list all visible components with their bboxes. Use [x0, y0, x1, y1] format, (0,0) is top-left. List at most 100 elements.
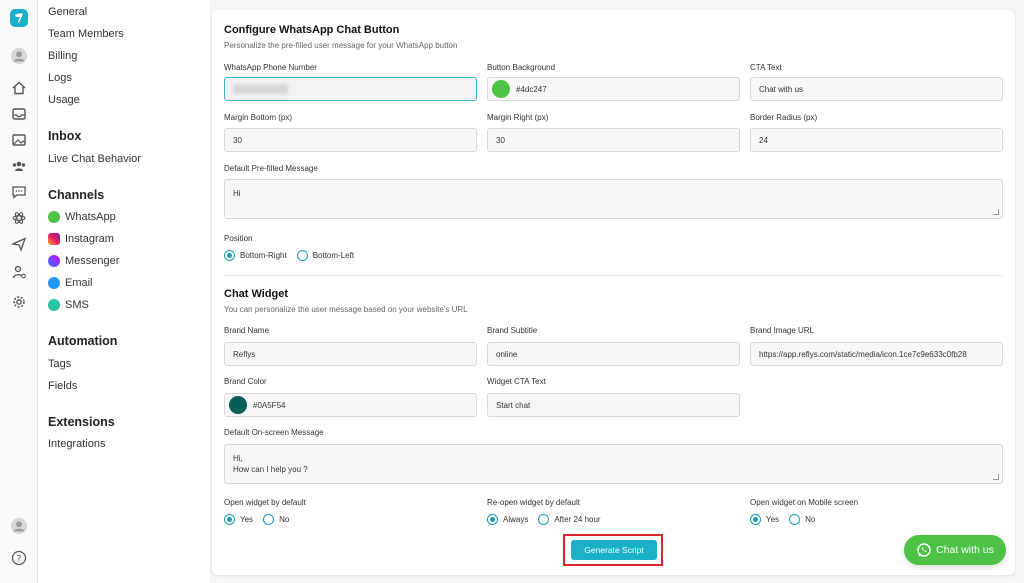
- avatar-icon[interactable]: [9, 46, 29, 66]
- nav-team-members[interactable]: Team Members: [48, 28, 124, 40]
- radio-selected[interactable]: [750, 514, 761, 525]
- reopen-always[interactable]: Always: [487, 514, 528, 525]
- whatsapp-icon: [917, 543, 931, 557]
- messenger-icon: [48, 255, 60, 267]
- generate-script-button[interactable]: Generate Script: [571, 540, 657, 560]
- open-default-yes[interactable]: Yes: [224, 514, 253, 525]
- brand-subtitle-label: Brand Subtitle: [487, 326, 538, 335]
- phone-label: WhatsApp Phone Number: [224, 63, 317, 72]
- send-icon[interactable]: [9, 234, 29, 254]
- nav-channel-whatsapp[interactable]: WhatsApp: [48, 211, 116, 223]
- widget-cta-input[interactable]: Start chat: [487, 393, 740, 417]
- integrations-atom-icon[interactable]: [9, 208, 29, 228]
- position-radio-group: Bottom-Right Bottom-Left: [224, 250, 364, 261]
- home-icon[interactable]: [9, 78, 29, 98]
- sms-icon: [48, 299, 60, 311]
- nav-fields[interactable]: Fields: [48, 380, 77, 392]
- gear-icon[interactable]: [9, 292, 29, 312]
- phone-redaction: [233, 84, 288, 94]
- radio-selected[interactable]: [487, 514, 498, 525]
- resize-handle[interactable]: [993, 209, 999, 215]
- reopen-radio-group: Always After 24 hour: [487, 514, 611, 525]
- email-icon: [48, 277, 60, 289]
- cta-input[interactable]: Chat with us: [750, 77, 1003, 101]
- widget-subtitle: You can personalize the user message bas…: [224, 305, 468, 314]
- brand-name-label: Brand Name: [224, 326, 269, 335]
- nav-channel-instagram[interactable]: Instagram: [48, 233, 114, 245]
- nav-integrations[interactable]: Integrations: [48, 438, 105, 450]
- margin-bottom-label: Margin Bottom (px): [224, 113, 293, 122]
- bg-label: Button Background: [487, 63, 556, 72]
- user-settings-icon[interactable]: [9, 262, 29, 282]
- message-label: Default Pre-filled Message: [224, 164, 318, 173]
- user-avatar-icon[interactable]: [9, 516, 29, 536]
- brand-color-swatch[interactable]: [229, 396, 247, 414]
- chat-icon[interactable]: [9, 182, 29, 202]
- radio-unselected[interactable]: [538, 514, 550, 525]
- nav-section-channels: Channels: [48, 188, 105, 202]
- onscreen-textarea[interactable]: Hi, How can I help you ?: [224, 444, 1003, 484]
- onscreen-label: Default On-screen Message: [224, 428, 324, 437]
- mobile-no[interactable]: No: [789, 514, 815, 525]
- nav-channel-messenger[interactable]: Messenger: [48, 255, 119, 267]
- radio-unselected[interactable]: [263, 514, 275, 525]
- radio-unselected[interactable]: [789, 514, 801, 525]
- cta-label: CTA Text: [750, 63, 782, 72]
- margin-bottom-input[interactable]: 30: [224, 128, 477, 152]
- image-icon[interactable]: [9, 130, 29, 150]
- margin-right-input[interactable]: 30: [487, 128, 740, 152]
- open-default-radio-group: Yes No: [224, 514, 299, 525]
- contacts-icon[interactable]: [9, 156, 29, 176]
- nav-usage[interactable]: Usage: [48, 94, 80, 106]
- reopen-after-24-hour[interactable]: After 24 hour: [538, 514, 601, 525]
- border-radius-label: Border Radius (px): [750, 113, 818, 122]
- instagram-icon: [48, 233, 60, 245]
- open-default-label: Open widget by default: [224, 498, 306, 507]
- nav-general[interactable]: General: [48, 6, 87, 18]
- brand-subtitle-input[interactable]: online: [487, 342, 740, 366]
- settings-nav: General Team Members Billing Logs Usage …: [38, 0, 210, 583]
- app-logo-icon[interactable]: [9, 8, 29, 28]
- phone-input[interactable]: [224, 77, 477, 101]
- bg-color-swatch[interactable]: [492, 80, 510, 98]
- widget-title: Chat Widget: [224, 288, 289, 300]
- whatsapp-icon: [48, 211, 60, 223]
- bg-color-input[interactable]: #4dc247: [487, 77, 740, 101]
- position-bottom-right[interactable]: Bottom-Right: [224, 250, 287, 261]
- message-textarea[interactable]: Hi: [224, 179, 1003, 219]
- nav-channel-sms[interactable]: SMS: [48, 299, 89, 311]
- mobile-yes[interactable]: Yes: [750, 514, 779, 525]
- nav-section-automation: Automation: [48, 334, 118, 348]
- inbox-icon[interactable]: [9, 104, 29, 124]
- position-bottom-left[interactable]: Bottom-Left: [296, 250, 354, 261]
- config-title: Configure WhatsApp Chat Button: [224, 24, 400, 36]
- brand-image-label: Brand Image URL: [750, 326, 815, 335]
- border-radius-input[interactable]: 24: [750, 128, 1003, 152]
- brand-image-input[interactable]: https://app.reflys.com/static/media/icon…: [750, 342, 1003, 366]
- radio-unselected[interactable]: [296, 250, 308, 261]
- help-icon[interactable]: ?: [9, 548, 29, 568]
- mobile-radio-group: Yes No: [750, 514, 825, 525]
- open-default-no[interactable]: No: [263, 514, 289, 525]
- margin-right-label: Margin Right (px): [487, 113, 549, 122]
- section-divider: [224, 275, 1003, 276]
- resize-handle[interactable]: [993, 474, 999, 480]
- position-label: Position: [224, 234, 253, 243]
- config-subtitle: Personalize the pre-filled user message …: [224, 41, 458, 50]
- brand-name-input[interactable]: Reflys: [224, 342, 477, 366]
- svg-text:?: ?: [17, 555, 22, 565]
- radio-selected[interactable]: [224, 250, 235, 261]
- widget-cta-label: Widget CTA Text: [487, 377, 546, 386]
- icon-rail: ?: [0, 0, 38, 583]
- radio-selected[interactable]: [224, 514, 235, 525]
- nav-live-chat-behavior[interactable]: Live Chat Behavior: [48, 153, 141, 165]
- nav-billing[interactable]: Billing: [48, 50, 77, 62]
- mobile-label: Open widget on Mobile screen: [750, 498, 859, 507]
- settings-card: Configure WhatsApp Chat Button Personali…: [212, 10, 1015, 575]
- brand-color-input[interactable]: #0A5F54: [224, 393, 477, 417]
- nav-channel-email[interactable]: Email: [48, 277, 93, 289]
- whatsapp-chat-button[interactable]: Chat with us: [904, 535, 1006, 565]
- nav-section-inbox: Inbox: [48, 129, 82, 143]
- nav-logs[interactable]: Logs: [48, 72, 72, 84]
- nav-tags[interactable]: Tags: [48, 358, 71, 370]
